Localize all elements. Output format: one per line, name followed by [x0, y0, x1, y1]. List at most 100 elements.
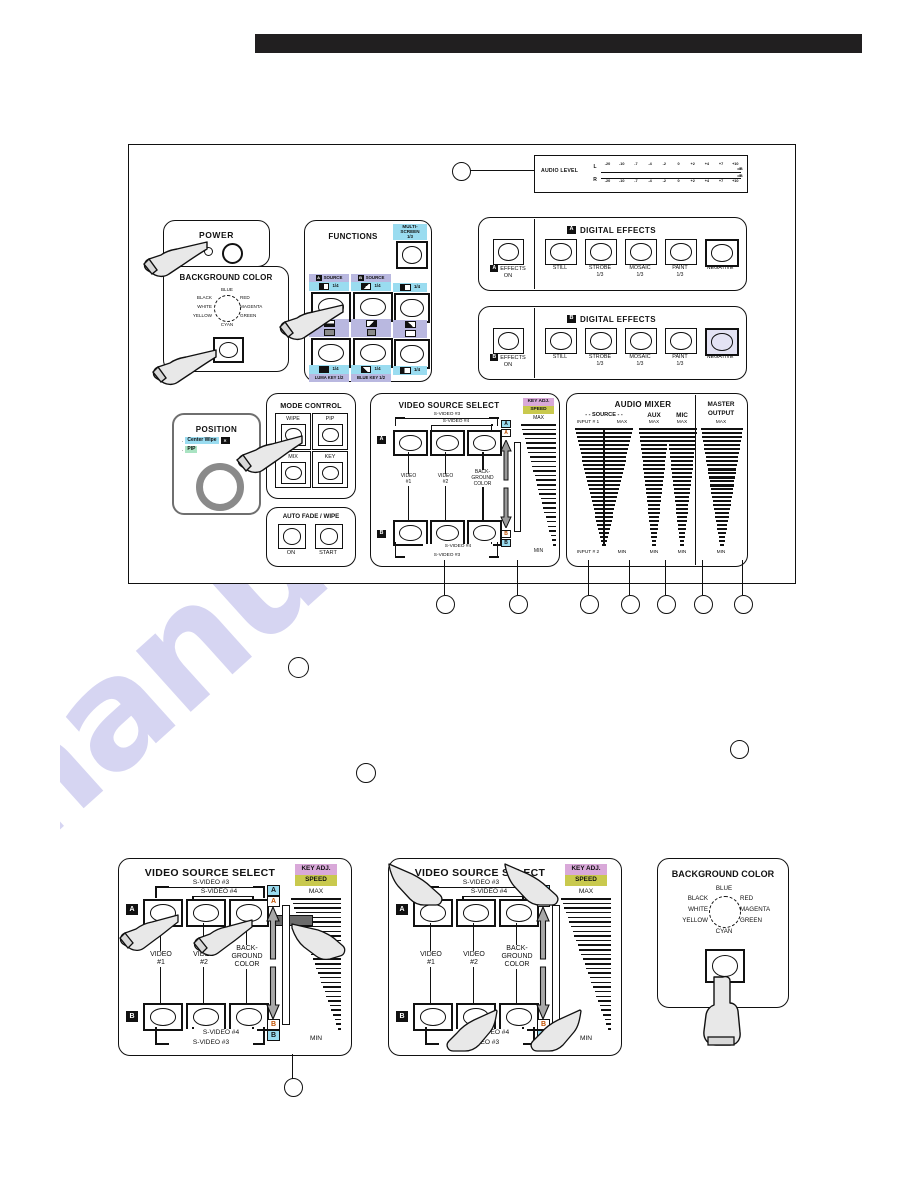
- fader-tick: [646, 496, 662, 498]
- fader-tick: [592, 986, 611, 988]
- vss-badge-b: B: [377, 530, 386, 538]
- fader-tick: [718, 532, 726, 534]
- vss-indicator-b-cyan: B: [501, 539, 511, 547]
- fader-tick: [538, 488, 556, 491]
- fader-tick: [669, 452, 695, 454]
- b-effect-button-mosaic[interactable]: [625, 328, 657, 354]
- fader-tick: [597, 1000, 611, 1002]
- audio-mixer-master-fader[interactable]: [701, 428, 743, 546]
- fader-tick: [314, 963, 341, 965]
- multiscreen-button[interactable]: [396, 241, 428, 269]
- bp1-indicator-a-orange: A: [267, 896, 280, 907]
- fader-tick: [709, 480, 735, 482]
- effects-b-on-label-row: B EFFECTS: [482, 354, 534, 361]
- functions-button-c-top[interactable]: [394, 293, 430, 323]
- audio-mixer-mic-fader[interactable]: [667, 428, 697, 546]
- fader-tick: [548, 525, 556, 528]
- a-effect-button-still[interactable]: [545, 239, 577, 265]
- fader-tick: [640, 440, 668, 442]
- fader-tick: [701, 432, 743, 434]
- callout-video-source: [436, 595, 455, 614]
- fader-tick: [716, 520, 728, 522]
- bp1-b-video1-button[interactable]: [143, 1003, 183, 1031]
- a-effect-button-strobe[interactable]: [585, 239, 617, 265]
- audio-mixer-aux-label: AUX: [647, 412, 661, 419]
- audio-mixer-source-fader[interactable]: [575, 428, 633, 546]
- functions-col-a-badge: A: [315, 275, 322, 281]
- audio-level-tick: +10: [732, 179, 739, 183]
- vss-arrow-up: [499, 438, 513, 489]
- audio-level-tick: +4: [704, 179, 710, 183]
- a-effect-page-mosaic: 1/3: [636, 272, 644, 278]
- auto-fade-title: AUTO FADE / WIPE: [282, 513, 340, 520]
- fader-tick: [528, 451, 556, 454]
- audio-mixer-input1-label: INPUT # 1: [576, 420, 600, 425]
- a-effect-button-mosaic[interactable]: [625, 239, 657, 265]
- audio-mixer-master-min: MIN: [716, 550, 726, 555]
- effects-b-on-button[interactable]: [493, 328, 524, 354]
- effects-a-on-badge: A: [490, 265, 499, 272]
- functions-button-b-top[interactable]: [353, 292, 393, 322]
- b-effect-button-paint[interactable]: [665, 328, 697, 354]
- functions-button-a-bottom[interactable]: [311, 338, 351, 368]
- functions-col-b-mid2: [351, 328, 391, 337]
- audio-level-channel-r: R: [593, 177, 597, 183]
- vss-b-video1-button[interactable]: [393, 520, 428, 546]
- wipe-pattern-icon-b3: [366, 329, 376, 336]
- fader-tick: [667, 432, 697, 434]
- effects-b-on-label2: ON: [503, 362, 513, 368]
- b-effect-button-strobe[interactable]: [585, 328, 617, 354]
- wipe-pattern-icon-b1: [361, 283, 372, 290]
- audio-level-tick: +7: [718, 179, 724, 183]
- audio-mixer-aux-max: MAX: [648, 420, 660, 425]
- fader-tick: [671, 468, 693, 470]
- effects-a-on-button[interactable]: [493, 239, 524, 265]
- a-effect-page-strobe: 1/3: [596, 272, 604, 278]
- bp2-a-video2-button[interactable]: [456, 899, 496, 927]
- fader-tick: [717, 528, 727, 530]
- fader-tick: [707, 468, 737, 471]
- functions-button-c-bottom[interactable]: [394, 339, 430, 369]
- fader-tick: [317, 972, 341, 974]
- vss-a-video2-button[interactable]: [430, 430, 465, 456]
- mode-control-pip-cell: PIP: [312, 413, 348, 450]
- bp2-slider-bar[interactable]: [552, 905, 560, 1025]
- fader-tick: [294, 907, 341, 909]
- functions-col-b-header: B SOURCE: [351, 274, 391, 282]
- vss-key-adj-fader[interactable]: [521, 424, 556, 546]
- a-effect-button-negative[interactable]: [705, 239, 739, 267]
- fader-tick: [669, 448, 695, 450]
- a-effect-label-paint: PAINT: [672, 265, 688, 271]
- hand-cursor-bp2-bottom-right: [528, 1008, 588, 1054]
- audio-level-tick: +2: [690, 179, 695, 183]
- b-effect-button-still[interactable]: [545, 328, 577, 354]
- vss-a-bgcolor-button[interactable]: [467, 430, 502, 456]
- audio-mixer-master-max: MAX: [715, 420, 727, 425]
- fader-tick: [329, 1004, 341, 1007]
- digital-effects-a-header: A DIGITAL EFFECTS: [567, 225, 737, 235]
- mode-control-pip-button[interactable]: [318, 424, 343, 446]
- auto-fade-wipe-module: AUTO FADE / WIPE ON START: [266, 507, 356, 567]
- auto-fade-start-button[interactable]: [315, 524, 343, 549]
- fader-tick: [599, 1004, 611, 1007]
- blue-key-icon: [361, 366, 372, 373]
- functions-button-b-bottom[interactable]: [353, 338, 393, 368]
- fader-tick: [675, 504, 689, 506]
- bp1-col-label-1: VIDEO #1: [141, 951, 181, 968]
- hand-cursor-power: [141, 237, 211, 279]
- vss-a-video1-button[interactable]: [393, 430, 428, 456]
- wipe-pattern-icon-a1: [319, 283, 330, 290]
- fader-tick: [544, 511, 556, 514]
- auto-fade-on-button[interactable]: [278, 524, 306, 549]
- power-button[interactable]: [222, 243, 243, 264]
- audio-level-unit-l: dB: [737, 166, 743, 171]
- vss-slider-bar[interactable]: [514, 442, 521, 532]
- vss-b-video2-button[interactable]: [430, 520, 465, 546]
- multiscreen-block: MULTI- SCREEN 1/3: [393, 224, 428, 271]
- b-effect-button-negative[interactable]: [705, 328, 739, 356]
- mode-control-key-button[interactable]: [318, 462, 343, 484]
- audio-mixer-aux-fader[interactable]: [639, 428, 669, 546]
- a-effect-button-paint[interactable]: [665, 239, 697, 265]
- fader-tick: [566, 911, 611, 914]
- hand-cursor-wipe: [234, 432, 306, 476]
